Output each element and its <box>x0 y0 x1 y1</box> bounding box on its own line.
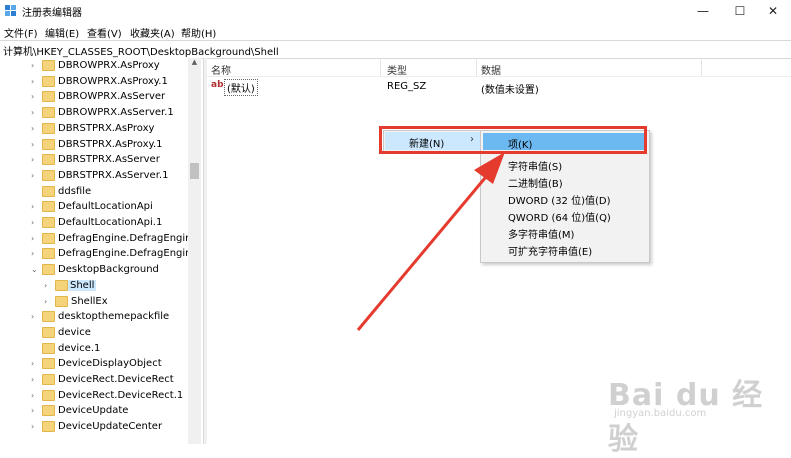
watermark-url: jingyan.baidu.com <box>614 408 707 419</box>
baidu-watermark: Bai du 经验 jingyan.baidu.com <box>600 370 770 457</box>
